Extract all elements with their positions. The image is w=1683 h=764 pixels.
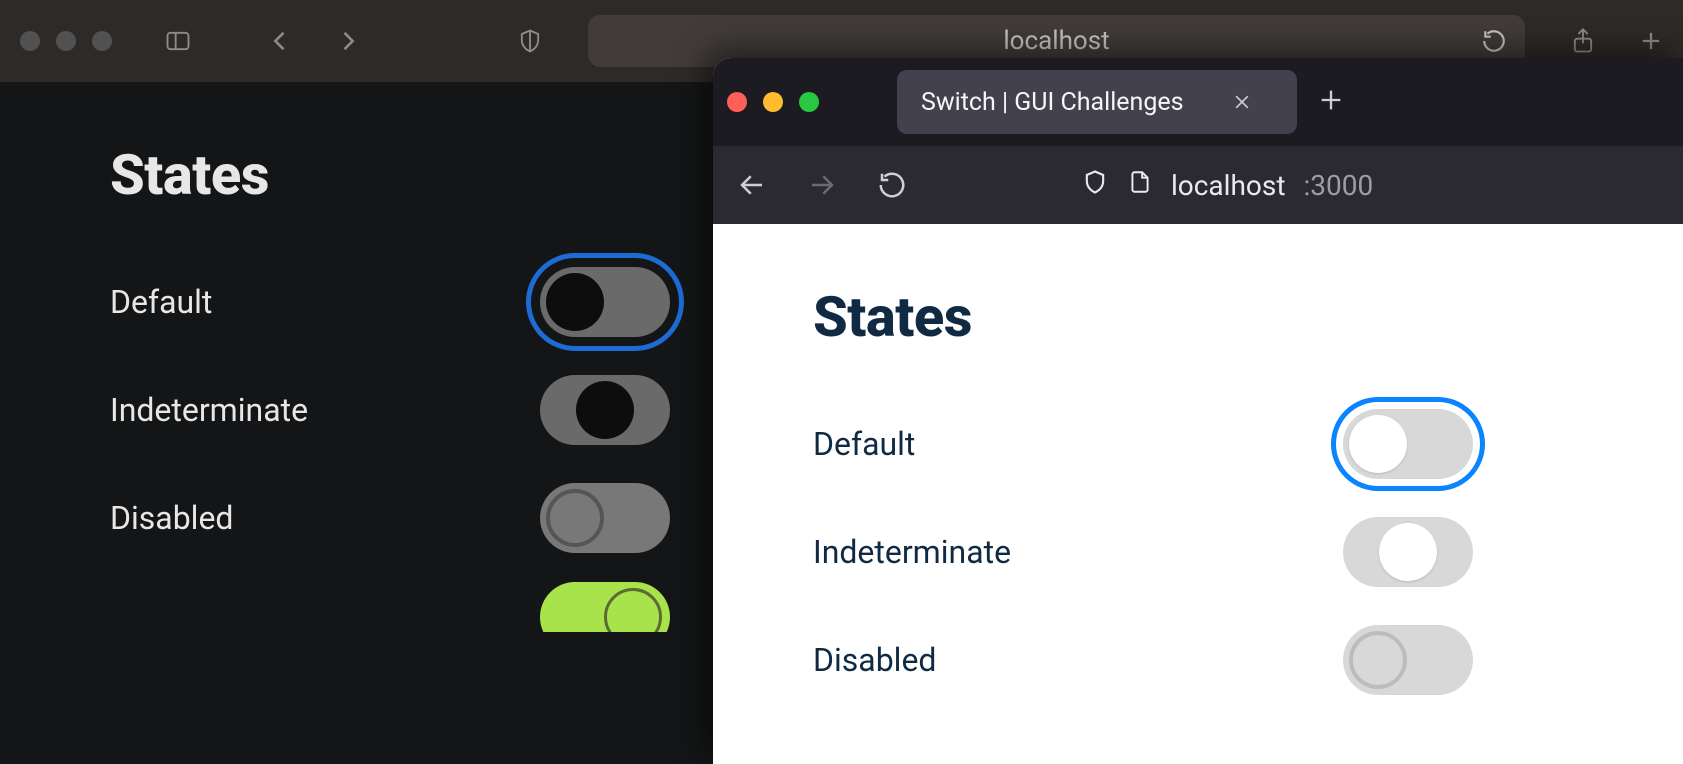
switch-thumb-icon xyxy=(1349,631,1407,689)
safari-traffic-lights xyxy=(20,31,112,51)
switch-default[interactable] xyxy=(540,267,670,337)
switch-disabled xyxy=(1343,625,1473,695)
switch-thumb-icon xyxy=(1379,523,1437,581)
state-row-default: Default xyxy=(813,390,1473,498)
page-title: States xyxy=(813,284,1583,350)
firefox-traffic-lights xyxy=(727,92,819,112)
switch-indeterminate[interactable] xyxy=(540,375,670,445)
traffic-close-icon[interactable] xyxy=(727,92,747,112)
state-label: Indeterminate xyxy=(110,391,308,429)
new-tab-button[interactable] xyxy=(1629,19,1673,63)
forward-button[interactable] xyxy=(326,19,370,63)
traffic-zoom-icon[interactable] xyxy=(799,92,819,112)
share-button[interactable] xyxy=(1561,19,1605,63)
back-button[interactable] xyxy=(731,164,773,206)
state-row-disabled: Disabled xyxy=(110,464,670,572)
state-row-indeterminate: Indeterminate xyxy=(813,498,1473,606)
reload-button[interactable] xyxy=(871,164,913,206)
state-label: Disabled xyxy=(813,641,936,679)
reload-button[interactable] xyxy=(1481,28,1507,54)
traffic-close-icon[interactable] xyxy=(20,31,40,51)
switch-thumb-icon xyxy=(576,381,634,439)
switch-default[interactable] xyxy=(1343,409,1473,479)
state-label: Indeterminate xyxy=(813,533,1011,571)
new-tab-button[interactable] xyxy=(1317,86,1345,118)
switch-thumb-icon xyxy=(1349,415,1407,473)
safari-address-text: localhost xyxy=(1003,26,1109,56)
state-label: Default xyxy=(110,283,212,321)
forward-button xyxy=(801,164,843,206)
firefox-window: Switch | GUI Challenges localhost :3000 xyxy=(713,58,1683,764)
state-row-disabled-checked xyxy=(110,572,670,632)
close-tab-button[interactable] xyxy=(1232,92,1252,112)
sidebar-toggle-button[interactable] xyxy=(156,19,200,63)
switch-thumb-icon xyxy=(546,273,604,331)
switch-thumb-icon xyxy=(604,588,662,632)
state-row-default: Default xyxy=(110,248,670,356)
switch-disabled-checked xyxy=(540,582,670,632)
state-label: Disabled xyxy=(110,499,233,537)
switch-disabled xyxy=(540,483,670,553)
traffic-minimize-icon[interactable] xyxy=(763,92,783,112)
address-port: :3000 xyxy=(1303,169,1373,202)
switch-thumb-icon xyxy=(546,489,604,547)
browser-tab[interactable]: Switch | GUI Challenges xyxy=(897,70,1297,134)
traffic-zoom-icon[interactable] xyxy=(92,31,112,51)
state-row-disabled: Disabled xyxy=(813,606,1473,714)
firefox-page-content: States Default Indeterminate Disabled xyxy=(713,224,1683,764)
traffic-minimize-icon[interactable] xyxy=(56,31,76,51)
firefox-address-bar[interactable]: localhost :3000 xyxy=(941,158,1665,212)
firefox-navbar: localhost :3000 xyxy=(713,146,1683,224)
switch-indeterminate[interactable] xyxy=(1343,517,1473,587)
firefox-tabstrip: Switch | GUI Challenges xyxy=(713,58,1683,146)
site-info-icon[interactable] xyxy=(1127,169,1153,202)
privacy-shield-icon[interactable] xyxy=(508,19,552,63)
back-button[interactable] xyxy=(258,19,302,63)
tab-title: Switch | GUI Challenges xyxy=(921,88,1184,117)
tracking-shield-icon[interactable] xyxy=(1081,168,1109,203)
state-row-indeterminate: Indeterminate xyxy=(110,356,670,464)
address-host: localhost xyxy=(1171,169,1285,202)
state-label: Default xyxy=(813,425,915,463)
